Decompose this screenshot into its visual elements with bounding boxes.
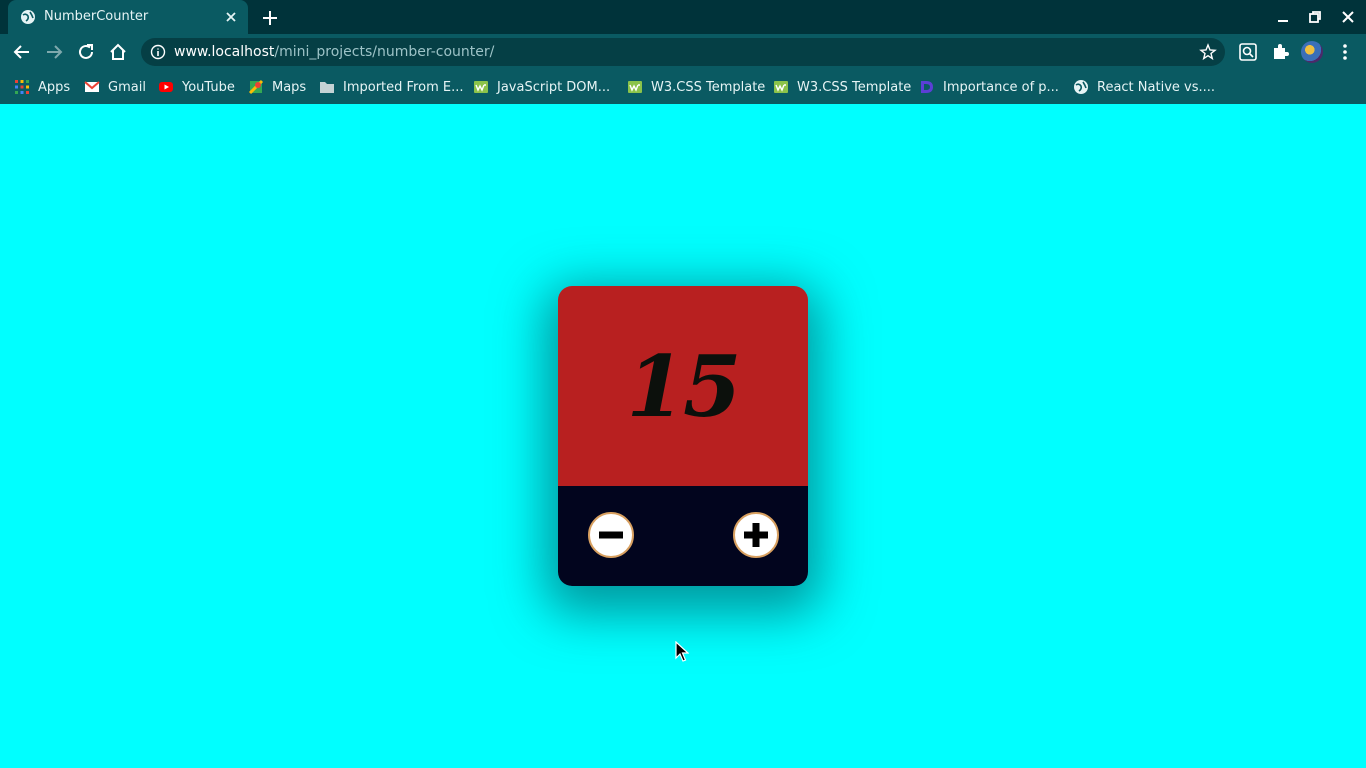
counter-display: 15 [558,286,808,486]
bookmark-label: Maps [272,79,307,95]
increment-button[interactable] [733,512,779,558]
close-tab-icon[interactable] [222,8,240,26]
minimize-icon[interactable] [1274,8,1292,26]
apps-grid-icon [15,80,29,94]
close-window-icon[interactable] [1339,8,1357,26]
globe-icon [1074,80,1088,94]
folder-icon [320,82,334,93]
extensions-puzzle-icon[interactable] [1270,42,1290,62]
menu-kebab-icon[interactable] [1335,42,1355,62]
site-info-icon[interactable] [150,44,166,60]
address-bar[interactable]: www.localhost/mini_projects/number-count… [141,38,1225,66]
gmail-icon [84,81,100,92]
bookmark-label: JavaScript DOM... [497,79,611,95]
plus-circle-icon [744,523,768,547]
bookmark-imported-folder[interactable]: Imported From E... [319,77,463,97]
counter-controls [558,486,808,586]
back-icon[interactable] [11,41,33,63]
tab-title: NumberCounter [44,9,149,24]
url-path: /mini_projects/number-counter/ [274,44,495,60]
counter-value: 15 [626,336,742,436]
page-content: 15 [0,104,1366,768]
bookmark-star-icon[interactable] [1199,43,1217,61]
bookmark-react-native[interactable]: React Native vs.... [1073,77,1215,97]
bookmark-apps[interactable]: Apps [14,77,70,97]
bookmark-label: React Native vs.... [1097,79,1216,95]
bookmark-label: Imported From E... [343,79,464,95]
reload-icon[interactable] [75,41,97,63]
w3-icon [774,81,788,93]
forward-icon[interactable] [43,41,65,63]
maps-icon [248,79,264,95]
home-icon[interactable] [107,41,129,63]
globe-icon [21,10,35,24]
tab-numbercounter[interactable]: NumberCounter [8,0,248,34]
url-text: www.localhost/mini_projects/number-count… [174,44,494,60]
lens-extension-icon[interactable] [1238,42,1258,62]
bookmarks-bar: Apps Gmail YouTube Maps Imported From E.… [0,70,1366,104]
bookmark-label: Gmail [108,79,146,95]
dev-icon [921,81,933,93]
bookmark-maps[interactable]: Maps [248,77,306,97]
bookmark-label: Importance of p... [943,79,1059,95]
bookmark-importance-of[interactable]: Importance of p... [919,77,1059,97]
mouse-cursor-icon [675,641,689,662]
counter-card: 15 [558,286,808,586]
bookmark-javascript-dom[interactable]: JavaScript DOM... [473,77,610,97]
tab-strip: NumberCounter [0,0,1366,34]
browser-toolbar: www.localhost/mini_projects/number-count… [0,34,1366,70]
bookmark-youtube[interactable]: YouTube [158,77,235,97]
w3-icon [474,81,488,93]
bookmark-w3css-template-2[interactable]: W3.CSS Template [773,77,911,97]
minus-circle-icon [599,531,623,539]
bookmark-label: W3.CSS Template [651,79,766,95]
w3-icon [628,81,642,93]
bookmark-label: Apps [38,79,71,95]
restore-icon[interactable] [1306,8,1324,26]
new-tab-icon[interactable] [258,6,282,30]
youtube-icon [159,82,173,92]
url-host: www.localhost [174,44,275,60]
bookmark-w3css-template-1[interactable]: W3.CSS Template [627,77,765,97]
bookmark-label: YouTube [182,79,235,95]
bookmark-label: W3.CSS Template [797,79,912,95]
decrement-button[interactable] [588,512,634,558]
bookmark-gmail[interactable]: Gmail [84,77,146,97]
profile-avatar[interactable] [1301,41,1323,63]
